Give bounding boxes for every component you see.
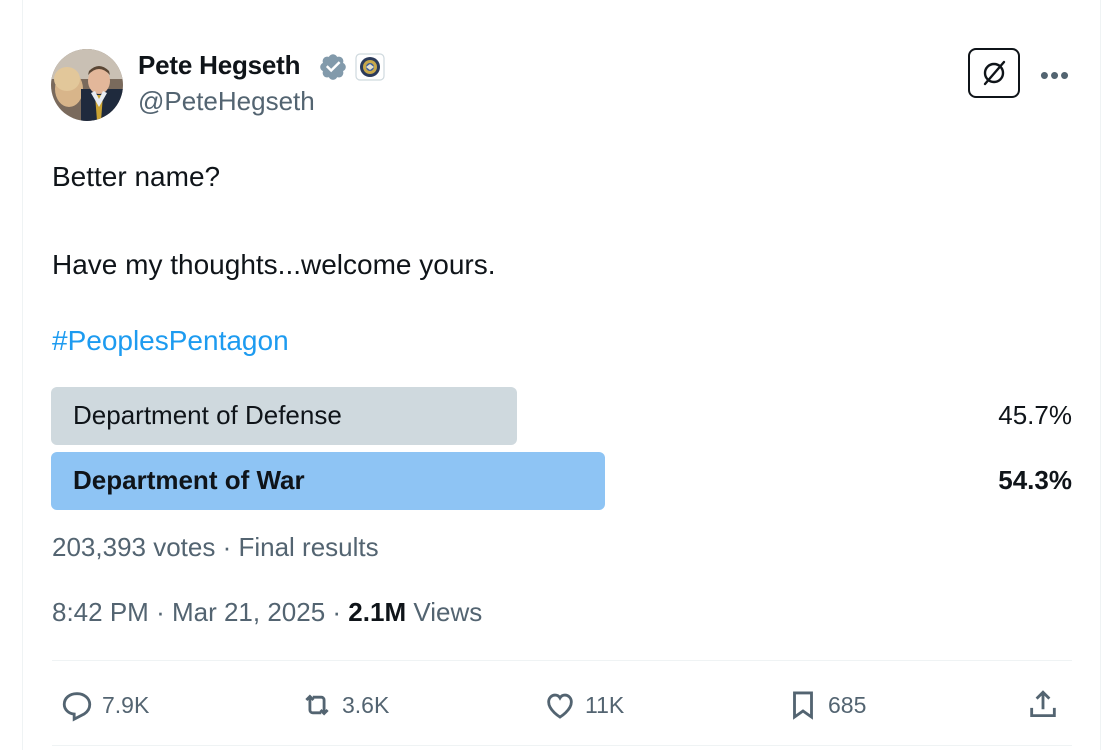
poll-option-percent-defense: 45.7%	[998, 400, 1072, 430]
meta-separator: ·	[332, 597, 349, 627]
like-button[interactable]: 11K	[543, 684, 624, 726]
share-button[interactable]	[1026, 684, 1060, 726]
like-count: 11K	[585, 691, 625, 718]
poll-option-label-defense: Department of Defense	[73, 400, 342, 430]
meta-divider	[52, 660, 1072, 661]
author-name[interactable]: Pete Hegseth	[138, 50, 301, 81]
bookmark-button[interactable]: 685	[786, 684, 866, 726]
repost-button[interactable]: 3.6K	[300, 684, 389, 726]
author-handle[interactable]: @PeteHegseth	[138, 86, 315, 117]
timeline-right-border	[1100, 0, 1101, 750]
bookmark-count: 685	[828, 691, 867, 718]
poll-option-label-war: Department of War	[73, 465, 305, 495]
views-label: Views	[413, 597, 483, 627]
poll-option-percent-war: 54.3%	[998, 465, 1072, 495]
dod-seal-icon[interactable]	[355, 53, 385, 81]
hashtag-link[interactable]: #PeoplesPentagon	[52, 325, 289, 357]
bottom-divider	[52, 745, 1072, 746]
timeline-left-border	[22, 0, 23, 750]
verified-badge-icon[interactable]	[318, 52, 348, 82]
tweet-date[interactable]: Mar 21, 2025	[172, 597, 325, 627]
tweet-text: Better name? Have my thoughts...welcome …	[52, 161, 496, 280]
repost-count: 3.6K	[342, 691, 390, 718]
poll-summary: 203,393 votes · Final results	[52, 532, 379, 562]
tweet-time[interactable]: 8:42 PM	[52, 597, 149, 627]
reply-button[interactable]: 7.9K	[60, 684, 149, 726]
grok-icon	[983, 60, 1006, 86]
grok-button[interactable]	[968, 48, 1020, 98]
bookmark-icon	[793, 691, 813, 720]
meta-separator: ·	[156, 597, 172, 627]
reply-count: 7.9K	[102, 691, 150, 718]
more-options-icon[interactable]: •••	[1038, 58, 1072, 92]
views-count: 2.1M	[348, 597, 407, 627]
author-avatar[interactable]	[51, 49, 123, 121]
repost-icon	[305, 694, 329, 716]
tweet-meta: 8:42 PM · Mar 21, 2025 · 2.1M Views	[52, 597, 482, 628]
heart-icon	[547, 693, 573, 719]
share-icon	[1030, 690, 1056, 718]
reply-icon	[62, 692, 92, 722]
